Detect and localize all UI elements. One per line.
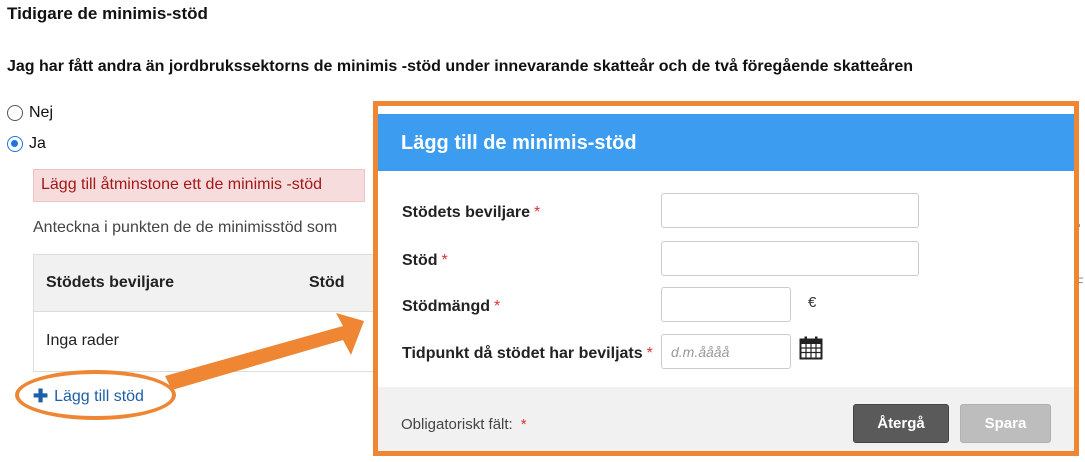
modal-header: Lägg till de minimis-stöd xyxy=(378,114,1074,171)
support-input[interactable] xyxy=(661,241,919,276)
field-label-date: Tidpunkt då stödet har beviljats * xyxy=(402,345,653,362)
grantor-input[interactable] xyxy=(661,193,919,228)
add-support-modal: Lägg till de minimis-stöd Stödets bevilj… xyxy=(373,101,1079,456)
field-label-grantor: Stödets beviljare * xyxy=(402,204,541,221)
required-note: Obligatoriskt fält: * xyxy=(401,416,527,433)
modal-title: Lägg till de minimis-stöd xyxy=(401,132,637,154)
back-button[interactable]: Återgå xyxy=(853,404,949,443)
save-button[interactable]: Spara xyxy=(960,404,1051,443)
field-label-support: Stöd * xyxy=(402,252,448,269)
field-label-amount: Stödmängd * xyxy=(402,298,501,315)
date-input[interactable]: d.m.åååå xyxy=(661,334,791,369)
date-placeholder: d.m.åååå xyxy=(671,344,730,360)
calendar-icon[interactable] xyxy=(799,336,823,360)
modal-footer: Obligatoriskt fält: * Återgå Spara xyxy=(378,387,1074,451)
euro-unit: € xyxy=(808,294,817,311)
amount-input[interactable] xyxy=(661,287,791,322)
